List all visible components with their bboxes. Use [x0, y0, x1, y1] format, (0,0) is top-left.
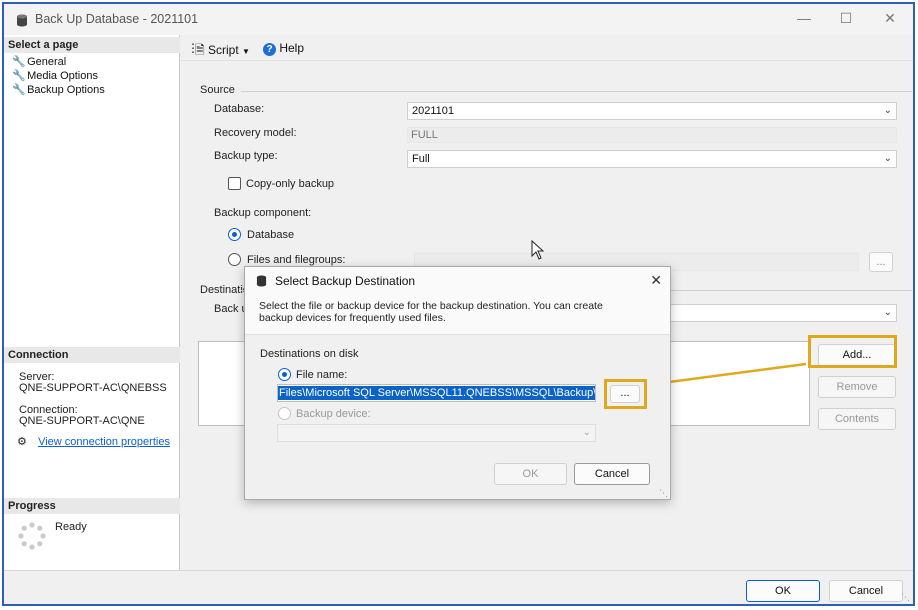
toolbar: ⋮ 🗎 Script ▼ ? Help	[181, 35, 913, 61]
page-item-label: Backup Options	[27, 84, 105, 96]
chevron-down-icon: ⌄	[883, 153, 892, 164]
maximize-icon[interactable]: ☐	[836, 10, 856, 27]
database-icon	[256, 275, 267, 290]
dialog-description-line-1: Select the file or backup device for the…	[259, 300, 603, 312]
add-button-highlight	[808, 335, 897, 368]
connection-value: QNE-SUPPORT-AC\QNE	[19, 415, 145, 427]
backup-device-radio[interactable]	[278, 407, 291, 420]
footer: OK Cancel ⋱	[4, 570, 913, 604]
progress-heading: Progress	[4, 498, 180, 514]
window-title: Back Up Database - 2021101	[35, 12, 199, 26]
component-files-radio[interactable]	[228, 253, 241, 266]
recovery-model-label: Recovery model:	[214, 127, 297, 139]
resize-grip-icon[interactable]: ⋱	[659, 488, 668, 499]
file-name-value: Files\Microsoft SQL Server\MSSQL11.QNEBS…	[278, 386, 595, 400]
select-backup-destination-dialog: Select Backup Destination ✕ Select the f…	[244, 266, 671, 500]
minimize-icon[interactable]: —	[794, 10, 814, 26]
chevron-down-icon: ⌄	[883, 307, 892, 318]
wrench-icon: 🔧	[12, 84, 26, 96]
backup-device-select[interactable]: ⌄	[277, 424, 596, 442]
left-pane: Select a page 🔧 General 🔧 Media Options …	[4, 35, 180, 570]
page-item-backup-options[interactable]: 🔧 Backup Options	[12, 83, 105, 96]
destinations-on-disk-heading: Destinations on disk	[260, 348, 359, 360]
dialog-ok-button[interactable]: OK	[494, 463, 567, 485]
backup-device-label: Backup device:	[296, 408, 371, 420]
script-icon: 🗎	[195, 43, 205, 57]
close-icon[interactable]: ✕	[880, 10, 900, 27]
component-database-label: Database	[247, 229, 295, 241]
help-icon: ?	[263, 43, 276, 56]
remove-button[interactable]: Remove	[818, 376, 896, 398]
component-files-label: Files and filegroups:	[247, 254, 346, 266]
ok-button[interactable]: OK	[746, 580, 820, 602]
page-item-general[interactable]: 🔧 General	[12, 55, 66, 68]
connection-properties-icon: ⚙	[17, 436, 27, 448]
backup-type-value: Full	[412, 153, 430, 165]
backup-component-label: Backup component:	[214, 207, 312, 219]
file-name-radio[interactable]	[278, 368, 291, 381]
page-item-media-options[interactable]: 🔧 Media Options	[12, 69, 98, 82]
progress-spinner-icon	[17, 521, 47, 554]
help-button[interactable]: ? Help	[263, 41, 304, 56]
dialog-title-bar: Select Backup Destination ✕	[245, 267, 670, 295]
view-connection-properties-link[interactable]: View connection properties	[38, 436, 170, 448]
chevron-down-icon: ⌄	[582, 427, 591, 438]
cancel-button[interactable]: Cancel	[829, 580, 903, 602]
component-database-radio[interactable]	[228, 228, 241, 241]
chevron-down-icon: ⌄	[883, 105, 892, 116]
dialog-cancel-button[interactable]: Cancel	[574, 463, 650, 485]
mouse-cursor-icon	[531, 239, 545, 263]
help-label: Help	[279, 41, 305, 55]
database-value: 2021101	[412, 105, 455, 117]
chevron-down-icon: ▼	[242, 47, 250, 56]
file-name-label: File name:	[296, 369, 348, 381]
contents-button[interactable]: Contents	[818, 408, 896, 430]
dialog-description-line-2: backup devices for frequently used files…	[259, 312, 446, 324]
dialog-close-icon[interactable]: ✕	[650, 272, 662, 289]
resize-grip-icon[interactable]: ⋱	[901, 592, 910, 603]
database-icon	[16, 14, 28, 30]
select-page-heading: Select a page	[4, 37, 180, 53]
source-divider	[241, 91, 912, 92]
title-bar: Back Up Database - 2021101 — ☐ ✕	[4, 4, 913, 35]
script-button[interactable]: 🗎 Script ▼	[195, 41, 250, 62]
progress-status: Ready	[55, 521, 87, 533]
view-connection-row: ⚙ View connection properties	[17, 436, 170, 448]
back-up-to-select[interactable]: ⌄	[641, 304, 897, 322]
copy-only-checkbox[interactable]	[228, 177, 241, 190]
back-up-to-label: Back u	[214, 303, 248, 315]
script-label: Script	[208, 43, 239, 57]
copy-only-label: Copy-only backup	[246, 178, 335, 190]
connection-heading: Connection	[4, 347, 180, 363]
backup-type-select[interactable]: Full ⌄	[407, 150, 897, 168]
server-value: QNE-SUPPORT-AC\QNEBSS	[19, 382, 167, 394]
browse-button-highlight	[604, 379, 647, 409]
recovery-model-value: FULL	[407, 127, 897, 143]
database-label: Database:	[214, 103, 265, 115]
source-heading: Source	[200, 84, 235, 96]
page-item-label: Media Options	[27, 70, 98, 82]
backup-type-label: Backup type:	[214, 150, 278, 162]
dialog-title: Select Backup Destination	[275, 274, 416, 288]
dialog-description-area: Select the file or backup device for the…	[245, 295, 670, 335]
wrench-icon: 🔧	[12, 70, 26, 82]
file-name-input[interactable]: Files\Microsoft SQL Server\MSSQL11.QNEBS…	[277, 384, 596, 402]
page-item-label: General	[27, 56, 67, 68]
database-select[interactable]: 2021101 ⌄	[407, 102, 897, 120]
filegroups-browse-button[interactable]: ...	[869, 252, 893, 272]
wrench-icon: 🔧	[12, 56, 26, 68]
